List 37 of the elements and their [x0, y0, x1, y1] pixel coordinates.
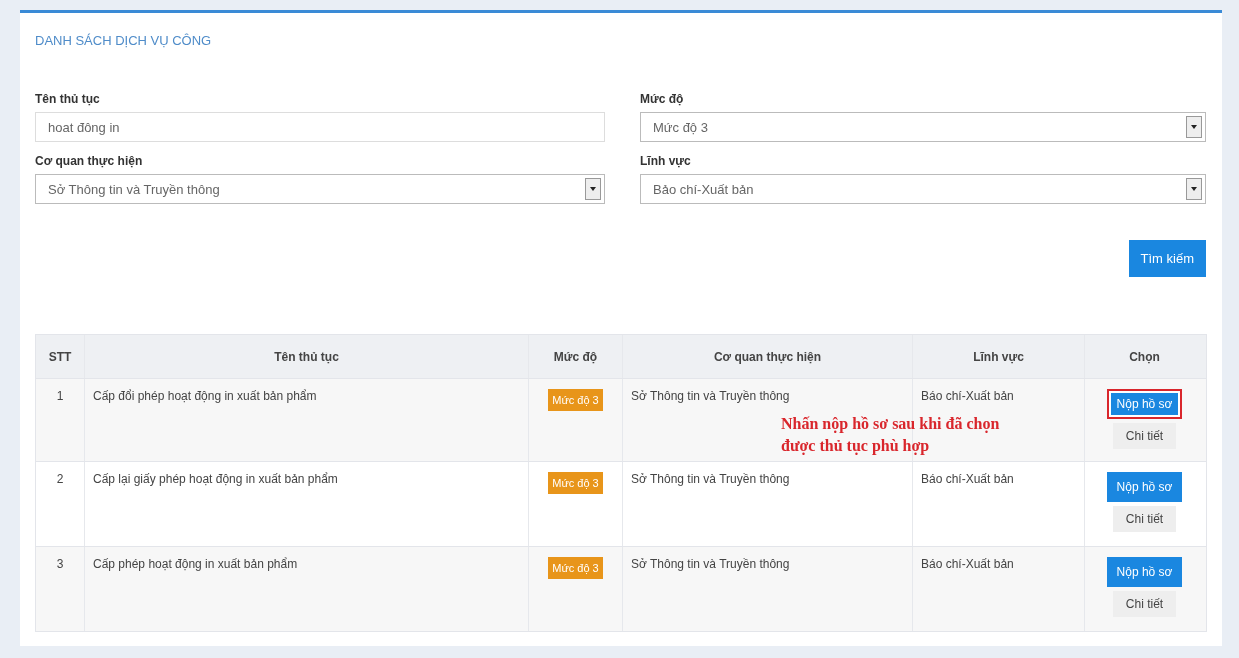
table-cell: 3 — [56, 557, 64, 571]
table-cell: Sở Thông tin và Truyền thông — [631, 389, 790, 403]
field-label: Tên thủ tục — [35, 92, 101, 106]
dropdown[interactable]: Sở Thông tin và Truyền thông — [35, 174, 605, 204]
caret-icon — [585, 178, 601, 200]
annotation-text: Nhấn nộp hồ sơ sau khi đã chọn — [781, 414, 1000, 435]
table-cell: 2 — [56, 472, 64, 486]
dropdown[interactable]: Mức độ 3 — [640, 112, 1206, 142]
detail-button[interactable]: Chi tiết — [1112, 423, 1177, 449]
level-badge: Mức độ 3 — [548, 389, 603, 411]
field-label: Cơ quan thực hiện — [35, 154, 144, 168]
detail-button[interactable]: Chi tiết — [1112, 591, 1177, 617]
table-cell: Cấp đổi phép hoạt động in xuất bản phẩm — [93, 389, 317, 403]
caret-icon — [1186, 116, 1202, 138]
submit-button[interactable]: Nộp hồ sơ — [1106, 557, 1183, 587]
submit-button[interactable]: Nộp hồ sơ — [1106, 472, 1183, 502]
search-button[interactable]: Tìm kiếm — [1128, 240, 1206, 277]
table-cell: Báo chí-Xuất bản — [921, 557, 1014, 571]
panel-title: DANH SÁCH DỊCH VỤ CÔNG — [35, 32, 213, 50]
caret-icon — [1186, 178, 1202, 200]
table-cell: Báo chí-Xuất bản — [921, 389, 1014, 403]
level-badge: Mức độ 3 — [548, 557, 603, 579]
table-cell: Cấp lại giấy phép hoạt động in xuất bản phẩm — [93, 472, 338, 486]
input-field[interactable]: hoat đông in — [35, 112, 605, 142]
field-label: Mức độ — [640, 92, 685, 106]
detail-button[interactable]: Chi tiết — [1112, 506, 1177, 532]
table-cell: Sở Thông tin và Truyền thông — [631, 557, 790, 571]
level-badge: Mức độ 3 — [548, 472, 603, 494]
table-cell: Báo chí-Xuất bản — [921, 472, 1014, 486]
submit-button[interactable]: Nộp hồ sơ — [1106, 389, 1183, 419]
table-cell: 1 — [56, 389, 64, 403]
field-label: Lĩnh vực — [640, 154, 692, 168]
table-cell: Cấp phép hoạt động in xuất bản phẩm — [93, 557, 298, 571]
column-header: STT — [47, 348, 73, 366]
annotation-text: được thủ tục phù hợp — [781, 436, 931, 457]
table-cell: Sở Thông tin và Truyền thông — [631, 472, 790, 486]
dropdown[interactable]: Bảo chí-Xuất bản — [640, 174, 1206, 204]
